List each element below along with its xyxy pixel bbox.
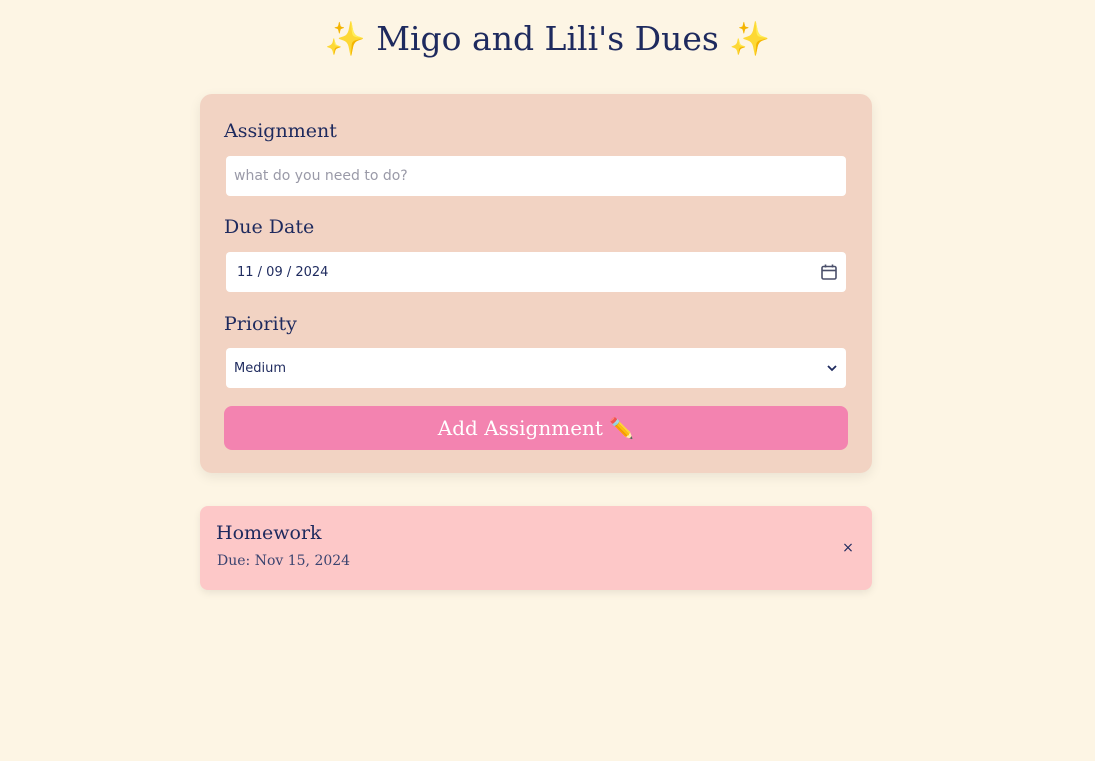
add-assignment-button[interactable]: Add Assignment ✏️ xyxy=(224,406,848,450)
assignment-item-name: Homework xyxy=(216,522,322,544)
priority-selected-value: Medium xyxy=(234,360,286,376)
sparkle-icon-left: ✨ xyxy=(324,19,366,58)
calendar-icon[interactable] xyxy=(820,263,838,281)
app-root: ✨ Migo and Lili's Dues ✨ Assignment what… xyxy=(0,0,1095,761)
priority-select[interactable]: Medium xyxy=(226,348,846,388)
assignment-label: Assignment xyxy=(224,120,337,142)
due-date-input[interactable]: 11 / 09 / 2024 xyxy=(226,252,846,292)
assignment-input-placeholder: what do you need to do? xyxy=(234,168,408,184)
assignment-item: Homework Due: Nov 15, 2024 × xyxy=(200,506,872,590)
due-date-label: Due Date xyxy=(224,216,315,238)
page-title-text: Migo and Lili's Dues xyxy=(376,19,719,58)
assignment-item-due: Due: Nov 15, 2024 xyxy=(217,553,351,569)
due-date-value: 11 / 09 / 2024 xyxy=(237,264,329,280)
assignment-form: Assignment what do you need to do? Due D… xyxy=(200,94,872,473)
priority-label: Priority xyxy=(224,313,297,335)
page-title: ✨ Migo and Lili's Dues ✨ xyxy=(0,14,1095,64)
delete-assignment-button[interactable]: × xyxy=(838,538,858,558)
chevron-down-icon xyxy=(826,362,838,374)
assignment-input[interactable]: what do you need to do? xyxy=(226,156,846,196)
sparkle-icon-right: ✨ xyxy=(729,19,771,58)
